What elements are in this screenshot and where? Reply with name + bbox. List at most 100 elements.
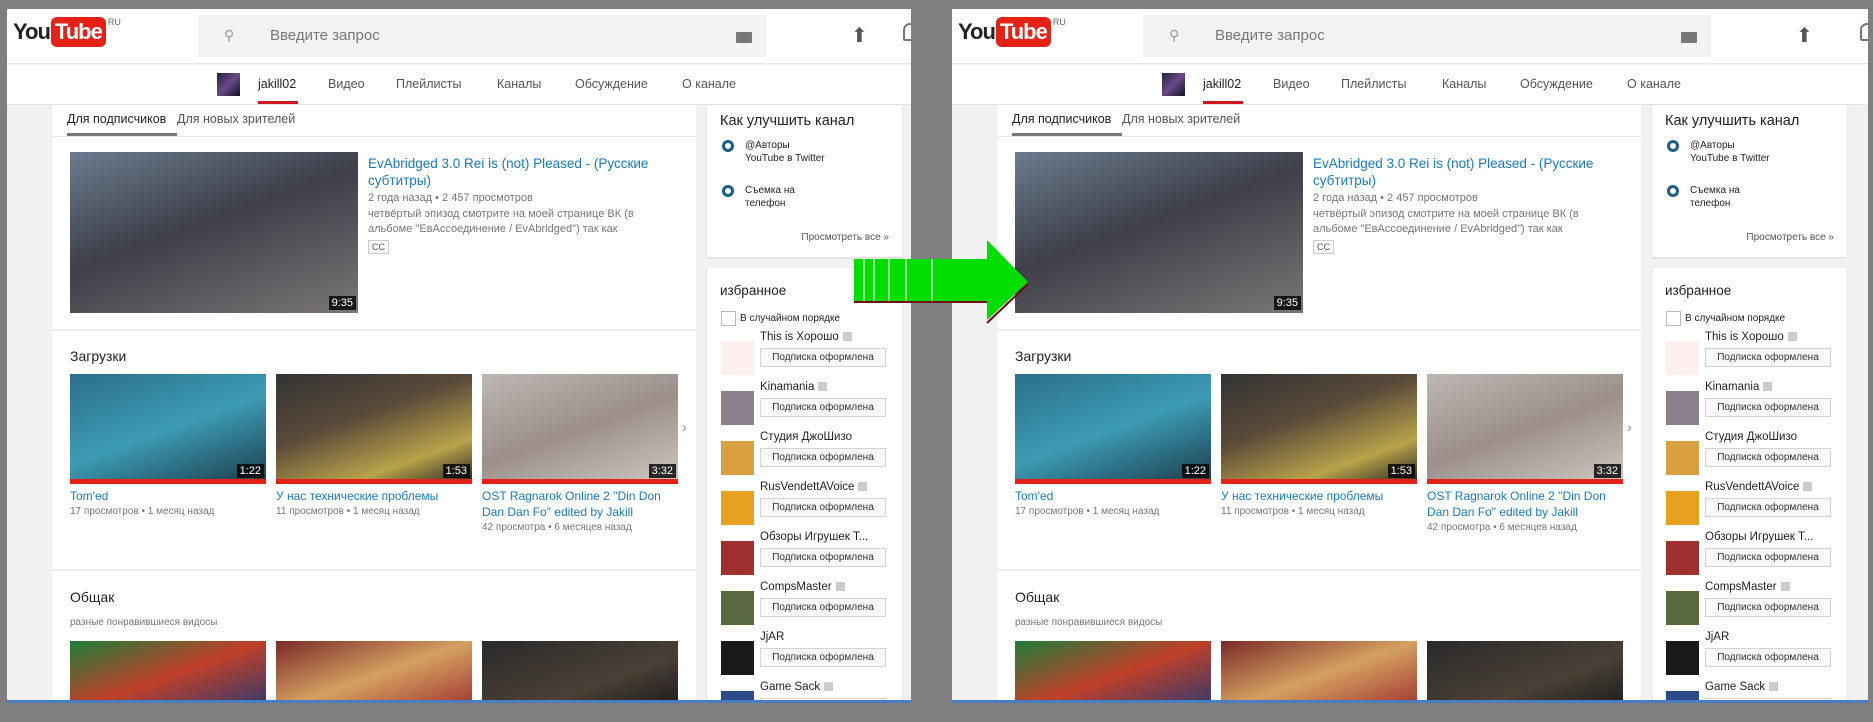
channel-avatar[interactable] — [721, 391, 754, 425]
tab-subscribers[interactable]: Для подписчиков — [67, 112, 166, 126]
video-thumbnail[interactable]: 3:32 — [482, 374, 678, 484]
channel-avatar[interactable] — [1162, 73, 1185, 96]
channel-name[interactable]: Студия ДжоШизо — [760, 431, 852, 443]
channel-name[interactable]: Kinamania — [760, 381, 828, 393]
video-thumbnail[interactable]: 1:22 — [70, 374, 266, 484]
video-thumbnail[interactable] — [1221, 641, 1417, 703]
subscribed-button[interactable]: Подписка оформлена — [760, 498, 886, 517]
nav-tab[interactable]: Каналы — [497, 77, 541, 91]
subscribed-button[interactable]: Подписка оформлена — [760, 398, 886, 417]
channel-name[interactable]: Студия ДжоШизо — [1705, 431, 1797, 443]
tab-channel-home[interactable]: jakill02 — [1203, 77, 1241, 91]
channel-avatar[interactable] — [217, 73, 240, 96]
channel-avatar[interactable] — [721, 441, 754, 475]
subscribed-button[interactable]: Подписка оформлена — [1705, 398, 1831, 417]
youtube-logo[interactable]: You Tube RU — [958, 17, 1066, 47]
channel-avatar[interactable] — [721, 641, 754, 675]
subscribed-button[interactable]: Подписка оформлена — [760, 448, 886, 467]
keyboard-icon[interactable] — [736, 32, 752, 43]
channel-name[interactable]: Kinamania — [1705, 381, 1773, 393]
subscribed-button[interactable]: Подписка оформлена — [760, 648, 886, 667]
improve-link[interactable]: @Авторы YouTube в Twitter — [1690, 139, 1770, 165]
nav-tab[interactable]: Обсуждение — [575, 77, 648, 91]
card-title[interactable]: избранное — [720, 283, 786, 298]
video-title[interactable]: Tom'ed — [70, 488, 266, 505]
view-all-link[interactable]: Просмотреть все » — [1746, 232, 1834, 243]
video-title[interactable]: OST Ragnarok Online 2 "Din Don — [1427, 488, 1623, 505]
search-icon[interactable]: ⚲ — [224, 27, 234, 44]
section-title-uploads[interactable]: Загрузки — [70, 348, 126, 364]
channel-avatar[interactable] — [1666, 491, 1699, 525]
subscribed-button[interactable]: Подписка оформлена — [760, 548, 886, 567]
video-thumbnail[interactable] — [276, 641, 472, 703]
subscribed-button[interactable]: Подписка оформлена — [1705, 448, 1831, 467]
subscribed-button[interactable]: Подписка оформлена — [1705, 648, 1831, 667]
subscribed-button[interactable]: Подписка оформлена — [1705, 348, 1831, 367]
tab-new-viewers[interactable]: Для новых зрителей — [177, 112, 295, 126]
channel-name[interactable]: Обзоры Игрушек Т... — [1705, 531, 1813, 543]
keyboard-icon[interactable] — [1681, 32, 1697, 43]
channel-avatar[interactable] — [1666, 641, 1699, 675]
video-thumbnail[interactable] — [70, 641, 266, 703]
featured-video-thumbnail[interactable]: 9:35 — [1015, 152, 1303, 313]
featured-video-title[interactable]: EvAbridged 3.0 Rei is (not) Pleased - (Р… — [368, 155, 648, 172]
tab-subscribers[interactable]: Для подписчиков — [1012, 112, 1111, 126]
youtube-logo[interactable]: You Tube RU — [13, 17, 121, 47]
channel-name[interactable]: CompsMaster — [1705, 581, 1790, 593]
video-thumbnail[interactable] — [1015, 641, 1211, 703]
section-title-uploads[interactable]: Загрузки — [1015, 348, 1071, 364]
video-title[interactable]: Dan Dan Fo" edited by Jakill — [1427, 504, 1578, 521]
bell-icon[interactable] — [903, 23, 911, 41]
nav-tab[interactable]: Видео — [1273, 77, 1310, 91]
shuffle-checkbox[interactable] — [721, 311, 736, 326]
chevron-right-icon[interactable]: › — [1627, 419, 1632, 435]
channel-name[interactable]: This is Хорошо — [1705, 331, 1797, 343]
channel-avatar[interactable] — [1666, 591, 1699, 625]
channel-avatar[interactable] — [721, 591, 754, 625]
improve-link[interactable]: @Авторы YouTube в Twitter — [745, 139, 825, 165]
channel-avatar[interactable] — [1666, 341, 1699, 375]
nav-tab[interactable]: О канале — [682, 77, 736, 91]
video-thumbnail[interactable] — [1427, 641, 1623, 703]
nav-tab[interactable]: Обсуждение — [1520, 77, 1593, 91]
video-thumbnail[interactable] — [482, 641, 678, 703]
channel-name[interactable]: RusVendettAVoice — [1705, 481, 1813, 493]
nav-tab[interactable]: Видео — [328, 77, 365, 91]
search-input[interactable]: ⚲ Введите запрос — [1143, 15, 1711, 57]
card-title[interactable]: избранное — [1665, 283, 1731, 298]
section-title-obshak[interactable]: Общак — [1015, 589, 1059, 605]
upload-icon[interactable]: ⬆ — [851, 23, 868, 48]
channel-avatar[interactable] — [1666, 441, 1699, 475]
tab-channel-home[interactable]: jakill02 — [258, 77, 296, 91]
featured-video-title[interactable]: субтитры) — [368, 172, 431, 189]
channel-name[interactable]: JjAR — [760, 631, 784, 643]
improve-link[interactable]: Съемка на телефон — [745, 184, 825, 210]
section-title-obshak[interactable]: Общак — [70, 589, 114, 605]
channel-name[interactable]: Game Sack — [760, 681, 834, 693]
improve-link[interactable]: Съемка на телефон — [1690, 184, 1770, 210]
nav-tab[interactable]: О канале — [1627, 77, 1681, 91]
featured-video-title[interactable]: EvAbridged 3.0 Rei is (not) Pleased - (Р… — [1313, 155, 1593, 172]
channel-name[interactable]: CompsMaster — [760, 581, 845, 593]
channel-avatar[interactable] — [1666, 541, 1699, 575]
channel-name[interactable]: RusVendettAVoice — [760, 481, 868, 493]
upload-icon[interactable]: ⬆ — [1796, 23, 1813, 48]
subscribed-button[interactable]: Подписка оформлена — [760, 348, 886, 367]
channel-name[interactable]: JjAR — [1705, 631, 1729, 643]
search-input[interactable]: ⚲ Введите запрос — [198, 15, 766, 57]
subscribed-button[interactable]: Подписка оформлена — [1705, 498, 1831, 517]
subscribed-button[interactable]: Подписка оформлена — [760, 598, 886, 617]
subscribed-button[interactable]: Подписка оформлена — [1705, 598, 1831, 617]
search-icon[interactable]: ⚲ — [1169, 27, 1179, 44]
chevron-right-icon[interactable]: › — [682, 419, 687, 435]
channel-avatar[interactable] — [721, 341, 754, 375]
nav-tab[interactable]: Плейлисты — [396, 77, 461, 91]
video-thumbnail[interactable]: 3:32 — [1427, 374, 1623, 484]
nav-tab[interactable]: Каналы — [1442, 77, 1486, 91]
channel-name[interactable]: Обзоры Игрушек Т... — [760, 531, 868, 543]
bell-icon[interactable] — [1860, 23, 1868, 41]
video-thumbnail[interactable]: 1:22 — [1015, 374, 1211, 484]
channel-avatar[interactable] — [721, 491, 754, 525]
channel-name[interactable]: Game Sack — [1705, 681, 1779, 693]
subscribed-button[interactable]: Подписка оформлена — [1705, 548, 1831, 567]
